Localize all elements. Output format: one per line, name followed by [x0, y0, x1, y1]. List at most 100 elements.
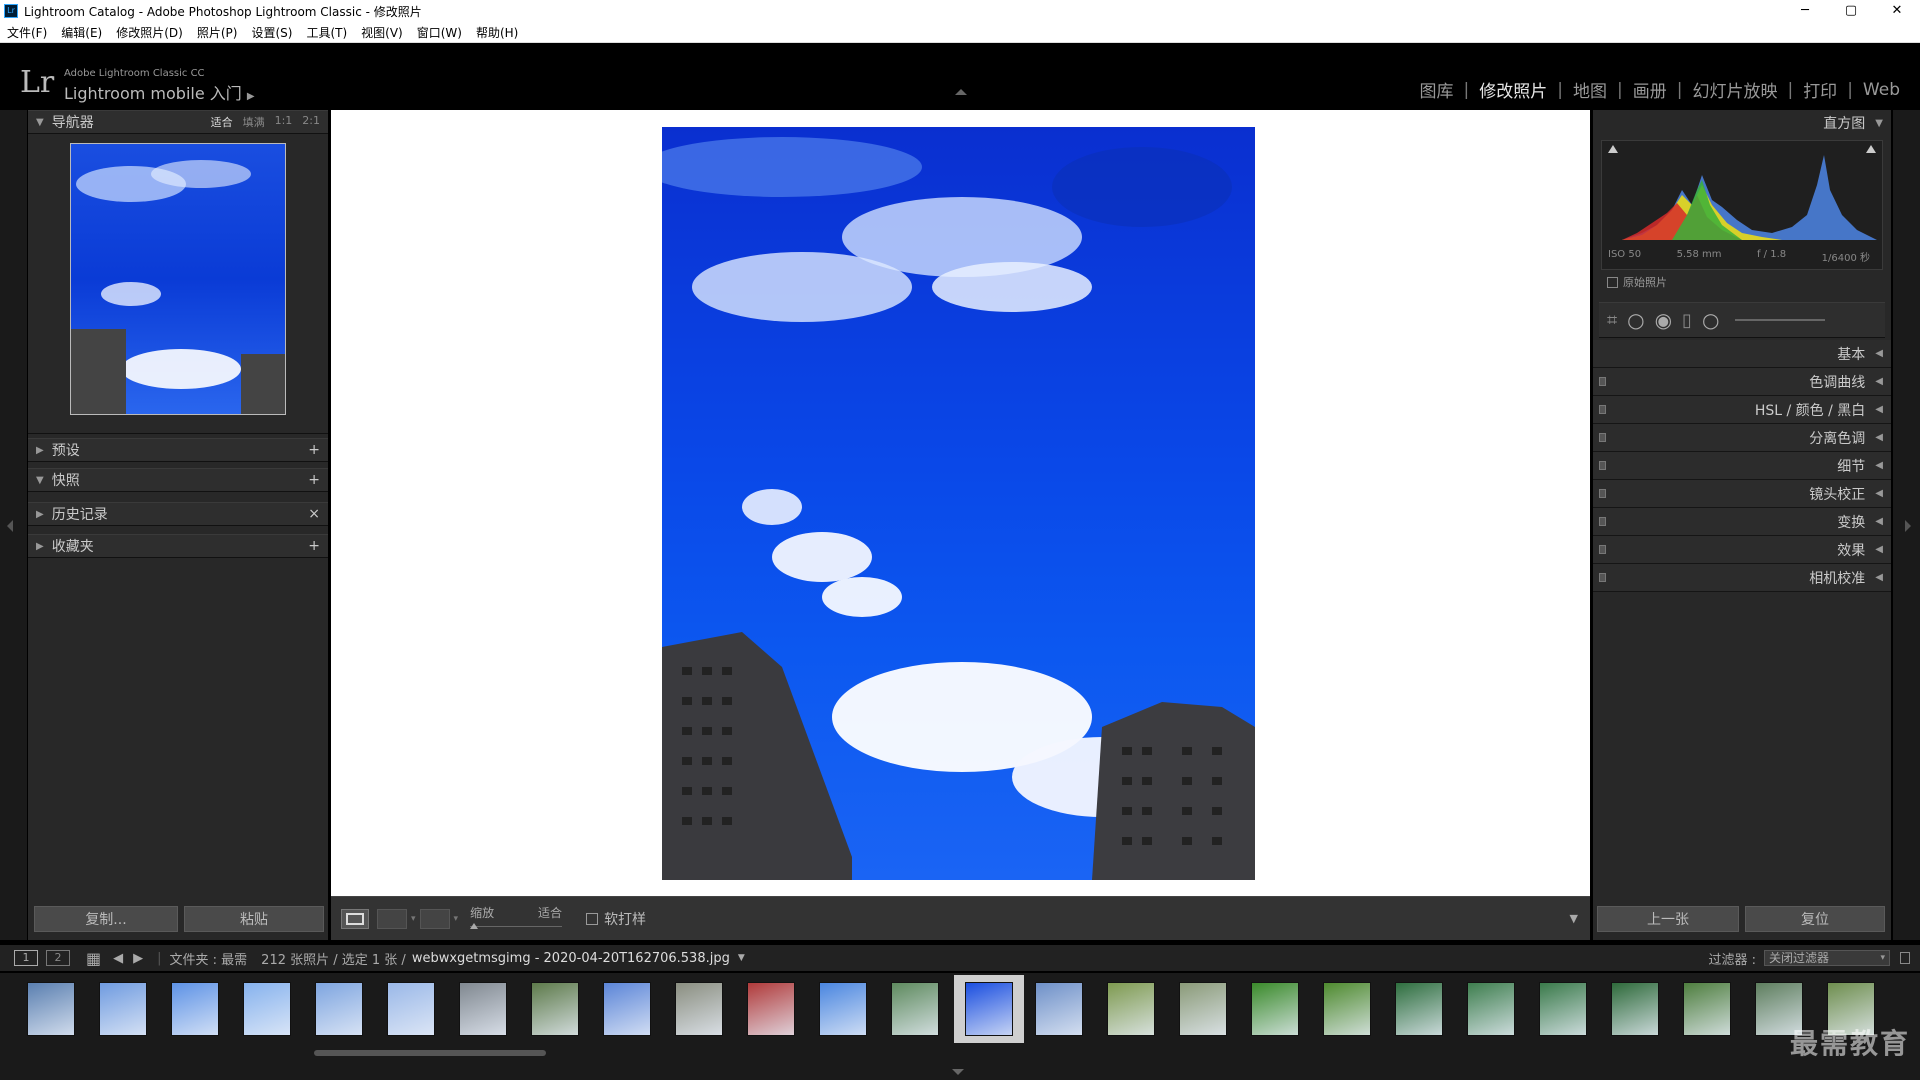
original-photo-checkbox[interactable] — [1607, 276, 1618, 288]
filmstrip-thumbnail[interactable] — [378, 979, 444, 1039]
navigator-header[interactable]: ▼ 导航器 适合 填满 1:1 2:1 — [28, 110, 328, 134]
panel-toggle-switch[interactable] — [1599, 545, 1606, 554]
filmstrip-thumbnail[interactable] — [882, 979, 948, 1039]
softproof-checkbox[interactable] — [586, 912, 599, 925]
copy-button[interactable]: 复制... — [34, 906, 178, 932]
forward-arrow-icon[interactable]: ▶ — [133, 951, 143, 966]
panel-toggle-switch[interactable] — [1599, 517, 1606, 526]
menu-develop[interactable]: 修改照片(D) — [109, 24, 190, 41]
filmstrip-thumbnail[interactable] — [594, 979, 660, 1039]
module-slideshow[interactable]: 幻灯片放映 — [1682, 77, 1787, 102]
panel-effects[interactable]: 效果 ◀ — [1593, 536, 1891, 564]
nav-fill[interactable]: 填满 — [243, 114, 265, 130]
module-develop[interactable]: 修改照片 — [1469, 77, 1557, 102]
filmstrip-thumbnail[interactable] — [234, 979, 300, 1039]
filmstrip-thumbnail[interactable] — [18, 979, 84, 1039]
filmstrip-thumbnail[interactable] — [1458, 979, 1524, 1039]
filmstrip-thumbnail[interactable] — [1674, 979, 1740, 1039]
maximize-button[interactable]: ▢ — [1828, 0, 1874, 22]
menu-window[interactable]: 窗口(W) — [410, 24, 469, 41]
presets-header[interactable]: ▶ 预设 + — [28, 438, 328, 462]
filmstrip-thumbnail[interactable] — [1170, 979, 1236, 1039]
filmstrip-thumbnail[interactable] — [522, 979, 588, 1039]
reset-button[interactable]: 复位 — [1745, 906, 1885, 932]
filter-dropdown[interactable]: 关闭过滤器 ▾ — [1764, 950, 1890, 966]
nav-2to1[interactable]: 2:1 — [302, 114, 320, 130]
shadow-clipping-icon[interactable] — [1608, 145, 1618, 153]
left-edge-toggle[interactable] — [0, 110, 27, 940]
top-panel-toggle-icon[interactable] — [955, 89, 967, 95]
filmstrip-thumbnail[interactable] — [666, 979, 732, 1039]
red-eye-icon[interactable]: ◉ — [1655, 308, 1672, 332]
snapshots-header[interactable]: ▼ 快照 + — [28, 468, 328, 492]
filmstrip-thumbnail[interactable] — [450, 979, 516, 1039]
zoom-control[interactable]: 缩放 适合 — [470, 904, 563, 934]
collections-header[interactable]: ▶ 收藏夹 + — [28, 534, 328, 558]
filmstrip-thumbnail[interactable] — [90, 979, 156, 1039]
panel-toggle-switch[interactable] — [1599, 433, 1606, 442]
history-header[interactable]: ▶ 历史记录 × — [28, 502, 328, 526]
filmstrip-thumbnail[interactable] — [1386, 979, 1452, 1039]
histogram[interactable]: ISO 50 5.58 mm f / 1.8 1/6400 秒 — [1601, 140, 1883, 270]
filmstrip-thumbnail[interactable] — [810, 979, 876, 1039]
radial-filter-icon[interactable]: ○ — [1702, 308, 1719, 332]
compare-yy-icon[interactable] — [419, 908, 450, 929]
grid-view-icon[interactable]: ▦ — [86, 949, 101, 968]
panel-toggle-switch[interactable] — [1599, 405, 1606, 414]
menu-tools[interactable]: 工具(T) — [299, 24, 354, 41]
filmstrip-scrollbar[interactable] — [314, 1050, 546, 1056]
menu-view[interactable]: 视图(V) — [354, 24, 410, 41]
filmstrip-thumbnail[interactable] — [1098, 979, 1164, 1039]
add-collection-icon[interactable]: + — [308, 538, 320, 554]
filmstrip-thumbnail[interactable] — [954, 975, 1024, 1043]
panel-lens-corrections[interactable]: 镜头校正 ◀ — [1593, 480, 1891, 508]
before-after-icon[interactable] — [377, 908, 407, 929]
add-snapshot-icon[interactable]: + — [308, 472, 320, 488]
graduated-filter-icon[interactable]: ▯ — [1682, 310, 1692, 331]
filmstrip-thumbnail[interactable] — [1602, 979, 1668, 1039]
filmstrip-thumbnail[interactable] — [1530, 979, 1596, 1039]
menu-edit[interactable]: 编辑(E) — [54, 24, 109, 41]
paste-button[interactable]: 粘贴 — [184, 906, 324, 932]
navigator-preview[interactable] — [70, 143, 286, 415]
panel-toggle-switch[interactable] — [1599, 461, 1606, 470]
nav-1to1[interactable]: 1:1 — [275, 114, 293, 130]
back-arrow-icon[interactable]: ◀ — [113, 951, 123, 966]
right-edge-toggle[interactable] — [1893, 110, 1920, 940]
module-library[interactable]: 图库 — [1410, 77, 1464, 102]
nav-fit[interactable]: 适合 — [211, 114, 233, 130]
panel-toggle-switch[interactable] — [1599, 489, 1606, 498]
menu-settings[interactable]: 设置(S) — [244, 24, 299, 41]
previous-button[interactable]: 上一张 — [1597, 906, 1739, 932]
filter-lock-icon[interactable] — [1900, 952, 1910, 964]
image-canvas[interactable] — [331, 110, 1590, 896]
panel-toggle-switch[interactable] — [1599, 377, 1606, 386]
spot-removal-icon[interactable]: ○ — [1627, 308, 1644, 332]
panel-toggle-switch[interactable] — [1599, 573, 1606, 582]
crop-overlay-icon[interactable]: ⌗ — [1607, 310, 1617, 331]
zoom-slider-thumb[interactable] — [470, 922, 479, 929]
highlight-clipping-icon[interactable] — [1866, 145, 1876, 153]
filmstrip-thumbnail[interactable] — [1314, 979, 1380, 1039]
panel-camera-calibration[interactable]: 相机校准 ◀ — [1593, 564, 1891, 592]
loupe-view-button[interactable] — [341, 908, 369, 929]
minimize-button[interactable]: ─ — [1782, 0, 1828, 22]
panel-hsl[interactable]: HSL / 颜色 / 黑白 ◀ — [1593, 396, 1891, 424]
add-preset-icon[interactable]: + — [308, 442, 320, 458]
menu-help[interactable]: 帮助(H) — [469, 24, 525, 41]
filmstrip-thumbnail[interactable] — [306, 979, 372, 1039]
filmstrip-thumbnail[interactable] — [162, 979, 228, 1039]
clear-history-icon[interactable]: × — [308, 506, 320, 522]
menu-file[interactable]: 文件(F) — [0, 24, 54, 41]
secondary-window-button[interactable]: 2 — [46, 950, 70, 966]
source-label[interactable]: 文件夹 : 最需 — [170, 949, 248, 968]
filmstrip-thumbnail[interactable] — [1242, 979, 1308, 1039]
filmstrip-thumbnail[interactable] — [738, 979, 804, 1039]
menu-photo[interactable]: 照片(P) — [190, 24, 245, 41]
module-web[interactable]: Web — [1853, 80, 1910, 100]
histogram-header[interactable]: 直方图 ▼ — [1593, 110, 1891, 136]
filmstrip-thumbnail[interactable] — [1026, 979, 1092, 1039]
module-print[interactable]: 打印 — [1793, 77, 1847, 102]
module-book[interactable]: 画册 — [1623, 77, 1677, 102]
primary-window-button[interactable]: 1 — [14, 950, 38, 966]
